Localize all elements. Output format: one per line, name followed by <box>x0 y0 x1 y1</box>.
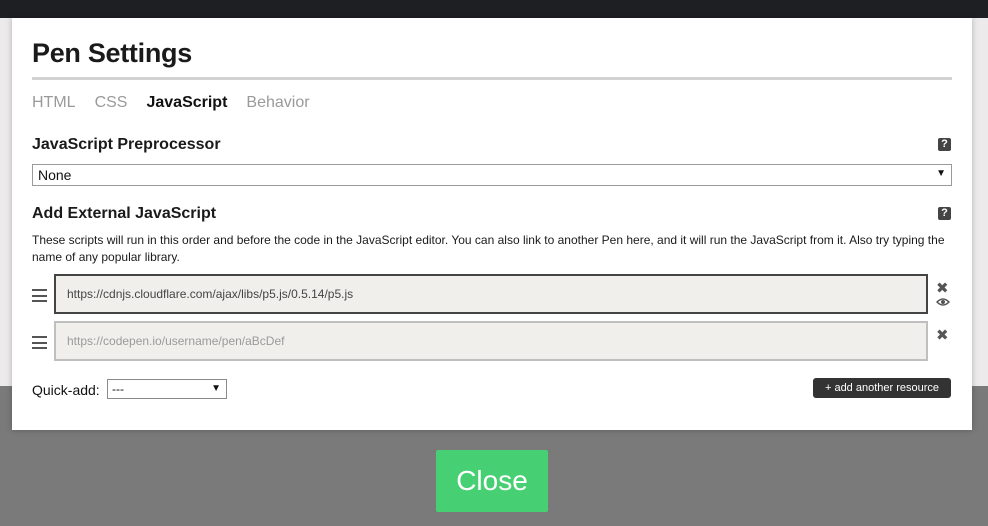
dropdown-arrow-icon: ▼ <box>211 383 221 394</box>
preprocessor-select[interactable]: None ▼ <box>32 164 952 186</box>
dropdown-arrow-icon: ▼ <box>936 168 946 179</box>
external-js-description: These scripts will run in this order and… <box>32 233 945 264</box>
remove-resource-1-close-icon[interactable]: ✖ <box>936 281 949 296</box>
quick-add-selected-value: --- <box>112 382 124 396</box>
view-resource-eye-icon[interactable] <box>936 297 950 307</box>
preprocessor-label: JavaScript Preprocessor <box>32 136 221 153</box>
tab-javascript[interactable]: JavaScript <box>146 94 227 112</box>
external-js-label: Add External JavaScript <box>32 205 217 222</box>
drag-handle-icon[interactable] <box>32 336 47 349</box>
add-another-resource-button[interactable]: + add another resource <box>813 378 951 398</box>
resource-input-2[interactable]: https://codepen.io/username/pen/aBcDef <box>54 321 928 361</box>
top-toolbar-strip <box>0 0 988 18</box>
tab-html[interactable]: HTML <box>32 94 76 112</box>
modal-title: Pen Settings <box>32 38 192 68</box>
resource-input-1[interactable]: https://cdnjs.cloudflare.com/ajax/libs/p… <box>54 274 928 314</box>
external-js-help-icon[interactable]: ? <box>938 207 951 220</box>
pen-settings-modal: Pen Settings HTML CSS JavaScript Behavio… <box>12 18 972 430</box>
resource-input-2-placeholder: https://codepen.io/username/pen/aBcDef <box>67 334 285 348</box>
preprocessor-selected-value: None <box>38 167 72 183</box>
drag-handle-icon[interactable] <box>32 289 47 302</box>
resource-input-1-value: https://cdnjs.cloudflare.com/ajax/libs/p… <box>67 287 354 301</box>
tab-css[interactable]: CSS <box>95 94 128 112</box>
remove-resource-2-close-icon[interactable]: ✖ <box>936 328 949 343</box>
tab-behavior[interactable]: Behavior <box>246 94 309 112</box>
close-button[interactable]: Close <box>436 450 548 512</box>
title-divider <box>32 77 952 80</box>
quick-add-select[interactable]: --- ▼ <box>107 379 227 399</box>
preprocessor-help-icon[interactable]: ? <box>938 138 951 151</box>
quick-add-label: Quick-add: <box>32 382 100 398</box>
settings-tabs: HTML CSS JavaScript Behavior <box>32 94 329 112</box>
